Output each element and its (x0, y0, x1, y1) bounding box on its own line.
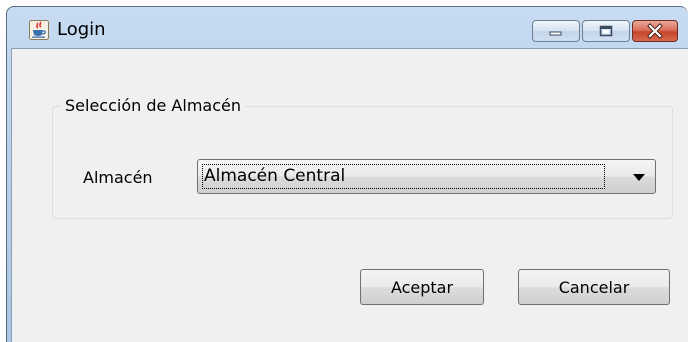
maximize-icon (583, 21, 629, 41)
warehouse-selected-value: Almacén Central (204, 166, 346, 186)
java-cup-icon (29, 20, 49, 40)
minimize-button[interactable] (532, 20, 580, 42)
minimize-icon (533, 21, 579, 41)
close-button[interactable] (632, 20, 678, 42)
maximize-button[interactable] (582, 20, 630, 42)
caption-buttons (532, 20, 678, 42)
cancel-button[interactable]: Cancelar (518, 269, 670, 305)
title-bar[interactable]: Login (7, 7, 688, 45)
dialog-content: Selección de Almacén Almacén Almacén Cen… (11, 48, 688, 342)
login-window: Login Selección de Almacén Almacén Almac… (6, 6, 688, 342)
accept-button[interactable]: Aceptar (360, 269, 484, 305)
warehouse-selection-group: Selección de Almacén Almacén Almacén Cen… (52, 97, 673, 219)
close-icon (633, 21, 677, 41)
window-title: Login (57, 19, 106, 40)
group-title: Selección de Almacén (61, 97, 245, 115)
chevron-down-icon[interactable] (633, 174, 645, 181)
warehouse-combobox[interactable]: Almacén Central (197, 159, 656, 194)
warehouse-label: Almacén (83, 168, 153, 187)
